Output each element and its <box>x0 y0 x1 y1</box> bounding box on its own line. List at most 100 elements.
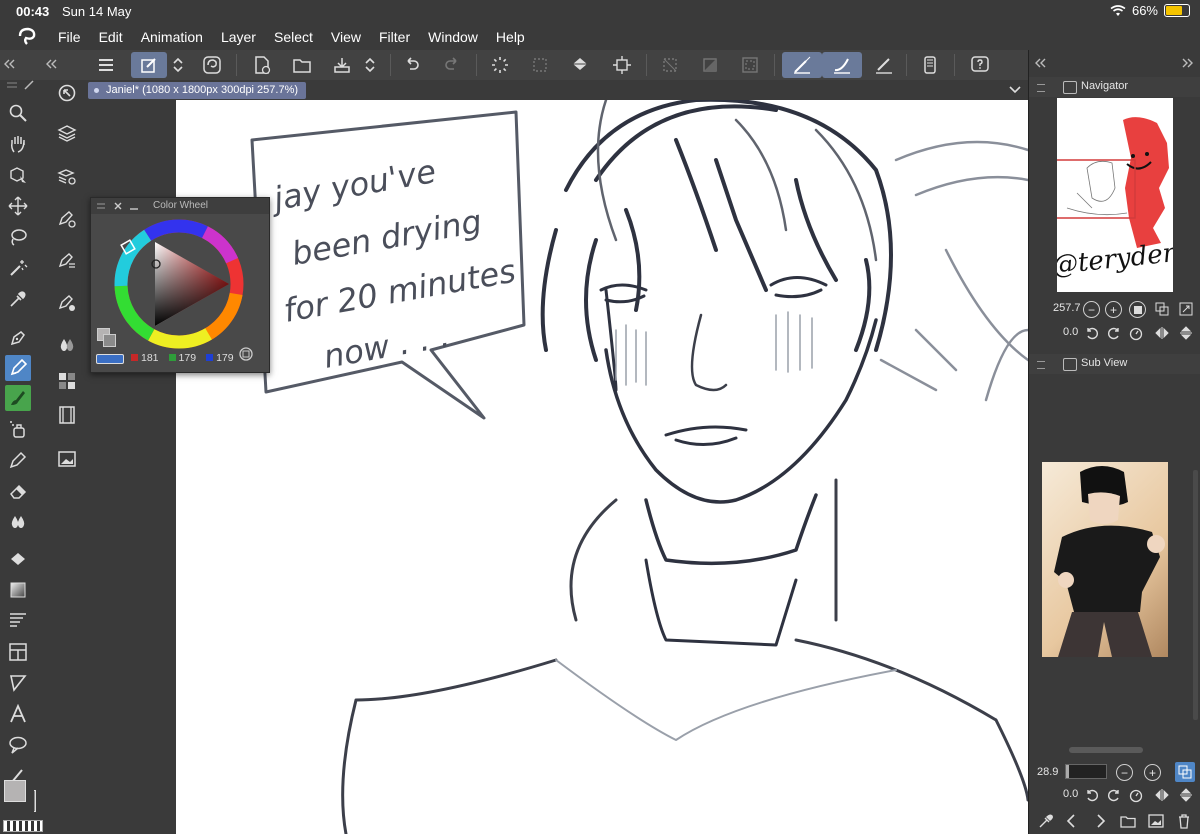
menu-select[interactable]: Select <box>274 29 313 45</box>
brush-size-button[interactable] <box>54 248 80 274</box>
menu-file[interactable]: File <box>58 29 81 45</box>
layers-button[interactable] <box>54 120 80 146</box>
menu-edit[interactable]: Edit <box>99 29 123 45</box>
eyedropper-tool[interactable] <box>5 286 31 312</box>
ruler-tool[interactable] <box>5 670 31 696</box>
collapse-right-icon[interactable] <box>1033 56 1047 70</box>
frame-border-tool[interactable] <box>5 639 31 665</box>
menu-animation[interactable]: Animation <box>141 29 203 45</box>
menu-layer[interactable]: Layer <box>221 29 256 45</box>
sub-view-reset-rotation-button[interactable] <box>1127 786 1145 804</box>
fill-button[interactable] <box>562 52 598 78</box>
sub-view-scrollbar[interactable] <box>1069 747 1143 753</box>
sub-view-import-button[interactable] <box>1119 812 1137 830</box>
save-options-button[interactable] <box>360 52 380 78</box>
smartphone-button[interactable] <box>912 52 948 78</box>
minimize-icon[interactable] <box>129 201 139 211</box>
fit-to-screen-button[interactable] <box>1153 300 1171 318</box>
navigator-rotation-value[interactable]: 0.0 <box>1063 326 1078 338</box>
blend-tool[interactable] <box>5 509 31 535</box>
lasso-tool[interactable] <box>5 224 31 250</box>
rotate-left-button[interactable] <box>1083 324 1101 342</box>
eraser-tool[interactable] <box>5 478 31 504</box>
sub-view-rotation-value[interactable]: 0.0 <box>1063 788 1078 800</box>
deselect-button[interactable] <box>652 52 688 78</box>
clear-button[interactable] <box>522 52 558 78</box>
sub-view-next-button[interactable] <box>1091 812 1109 830</box>
color-mode-icon[interactable] <box>239 347 253 361</box>
undo-button[interactable] <box>394 52 430 78</box>
sub-view-delete-button[interactable] <box>1175 812 1193 830</box>
sub-view-image-button[interactable] <box>1147 812 1165 830</box>
sub-tool-detail-button[interactable] <box>54 290 80 316</box>
chevron-down-icon[interactable] <box>1008 84 1022 96</box>
redo-button[interactable] <box>434 52 470 78</box>
sub-view-vscrollbar[interactable] <box>1193 470 1198 720</box>
menu-filter[interactable]: Filter <box>379 29 410 45</box>
snap-ruler-button[interactable] <box>782 52 822 78</box>
main-color-swatch[interactable] <box>4 780 26 802</box>
sub-view-zoom-value[interactable]: 28.9 <box>1037 766 1058 778</box>
magic-wand-tool[interactable] <box>5 255 31 281</box>
close-icon[interactable] <box>113 201 123 211</box>
sub-view-fit-button[interactable] <box>1175 762 1195 782</box>
expand-right-icon[interactable] <box>1181 56 1195 70</box>
move-layer-tool[interactable] <box>5 193 31 219</box>
sub-view-rotate-left-button[interactable] <box>1083 786 1101 804</box>
snap-grid-button[interactable] <box>866 52 902 78</box>
document-tab[interactable]: Janiel* (1080 x 1800px 300dpi 257.7%) <box>88 82 307 99</box>
sub-view-zoom-out-button[interactable]: − <box>1116 764 1133 781</box>
new-file-button[interactable] <box>244 52 280 78</box>
material-button[interactable] <box>54 446 80 472</box>
mode-switch-button[interactable] <box>168 52 188 78</box>
drawing-canvas[interactable]: jay you've been drying for 20 minutes no… <box>176 100 1028 834</box>
sub-view-zoom-slider[interactable] <box>1065 764 1107 779</box>
save-button[interactable] <box>324 52 360 78</box>
sub-view-eyedropper-button[interactable] <box>1037 812 1055 830</box>
tool-property-button[interactable] <box>54 206 80 232</box>
fill-tool[interactable] <box>5 547 31 573</box>
transparent-toggle[interactable] <box>96 354 124 364</box>
decoration-tool[interactable] <box>5 447 31 473</box>
color-grid-button[interactable] <box>54 368 80 394</box>
figure-tool[interactable] <box>5 608 31 634</box>
navigate-button[interactable] <box>54 80 80 106</box>
operation-tool[interactable] <box>5 162 31 188</box>
airbrush-tool[interactable] <box>5 416 31 442</box>
sub-view-flip-horizontal-button[interactable] <box>1153 786 1171 804</box>
open-file-button[interactable] <box>284 52 320 78</box>
zoom-tool[interactable] <box>5 100 31 126</box>
main-sub-color-swatch[interactable] <box>97 328 117 348</box>
sub-view-reference-image[interactable] <box>1042 462 1168 657</box>
menu-view[interactable]: View <box>331 29 361 45</box>
loading-button[interactable] <box>482 52 518 78</box>
color-wheel-ring[interactable] <box>111 216 247 352</box>
collapse-left-2-icon[interactable] <box>44 57 58 71</box>
hand-tool[interactable] <box>5 131 31 157</box>
grip-icon[interactable] <box>96 202 106 210</box>
balloon-tool[interactable] <box>5 732 31 758</box>
transparent-color-toggle[interactable] <box>3 820 43 832</box>
edit-mode-button[interactable] <box>131 52 167 78</box>
collapse-left-icon[interactable] <box>2 57 16 71</box>
fit-button[interactable] <box>1129 301 1146 318</box>
color-set-button[interactable] <box>54 332 80 358</box>
zoom-out-button[interactable]: − <box>1083 301 1100 318</box>
hamburger-menu-button[interactable] <box>92 52 120 78</box>
sub-view-flip-vertical-button[interactable] <box>1177 786 1195 804</box>
sub-view-zoom-in-button[interactable]: + <box>1144 764 1161 781</box>
snap-special-ruler-button[interactable] <box>822 52 862 78</box>
sub-view-prev-button[interactable] <box>1063 812 1081 830</box>
transform-button[interactable] <box>604 52 640 78</box>
invert-selection-button[interactable] <box>692 52 728 78</box>
zoom-in-button[interactable]: + <box>1105 301 1122 318</box>
clip-studio-button[interactable] <box>194 52 230 78</box>
menu-window[interactable]: Window <box>428 29 478 45</box>
gradient-tool[interactable] <box>5 577 31 603</box>
text-tool[interactable] <box>5 701 31 727</box>
layer-property-button[interactable] <box>54 164 80 190</box>
reset-rotation-button[interactable] <box>1127 324 1145 342</box>
brush-tool[interactable] <box>5 385 31 411</box>
flip-vertical-button[interactable] <box>1177 324 1195 342</box>
animation-timeline-button[interactable] <box>54 402 80 428</box>
